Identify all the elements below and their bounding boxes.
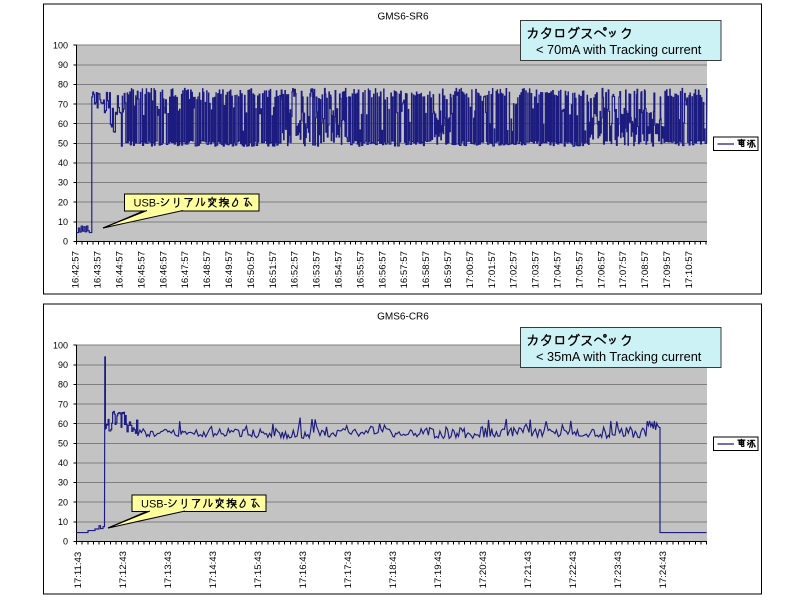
svg-text:17:21:43: 17:21:43 (523, 551, 534, 588)
svg-text:GMS6-CR6: GMS6-CR6 (377, 312, 429, 323)
svg-text:90: 90 (58, 360, 68, 370)
svg-text:40: 40 (58, 458, 68, 468)
svg-text:16:49:57: 16:49:57 (224, 251, 235, 288)
svg-text:17:15:43: 17:15:43 (253, 551, 264, 588)
svg-text:17:08:57: 17:08:57 (640, 251, 651, 288)
svg-text:17:16:43: 17:16:43 (298, 551, 309, 588)
svg-text:80: 80 (58, 380, 68, 390)
svg-text:17:06:57: 17:06:57 (596, 251, 607, 288)
svg-text:70: 70 (58, 99, 68, 109)
svg-text:16:45:57: 16:45:57 (136, 251, 147, 288)
svg-text:16:46:57: 16:46:57 (158, 251, 169, 288)
svg-text:17:01:57: 17:01:57 (487, 251, 498, 288)
svg-text:17:23:43: 17:23:43 (613, 551, 624, 588)
svg-text:17:13:43: 17:13:43 (163, 551, 174, 588)
svg-text:100: 100 (53, 40, 68, 50)
svg-text:< 35mA with Tracking current: < 35mA with Tracking current (536, 349, 702, 364)
svg-text:16:47:57: 16:47:57 (180, 251, 191, 288)
svg-text:16:43:57: 16:43:57 (93, 251, 104, 288)
svg-text:16:54:57: 16:54:57 (334, 251, 345, 288)
svg-text:17:09:57: 17:09:57 (662, 251, 673, 288)
svg-text:20: 20 (58, 197, 68, 207)
svg-text:17:22:43: 17:22:43 (568, 551, 579, 588)
svg-text:17:14:43: 17:14:43 (208, 551, 219, 588)
svg-text:16:58:57: 16:58:57 (421, 251, 432, 288)
svg-text:17:17:43: 17:17:43 (343, 551, 354, 588)
svg-text:17:00:57: 17:00:57 (465, 251, 476, 288)
svg-text:20: 20 (58, 497, 68, 507)
svg-text:30: 30 (58, 478, 68, 488)
svg-text:16:53:57: 16:53:57 (312, 251, 323, 288)
svg-text:17:20:43: 17:20:43 (478, 551, 489, 588)
svg-text:16:52:57: 16:52:57 (290, 251, 301, 288)
svg-text:17:19:43: 17:19:43 (433, 551, 444, 588)
svg-text:60: 60 (58, 119, 68, 129)
svg-text:10: 10 (58, 217, 68, 227)
svg-text:100: 100 (53, 340, 68, 350)
svg-text:17:02:57: 17:02:57 (509, 251, 520, 288)
svg-text:0: 0 (63, 537, 68, 547)
svg-text:17:12:43: 17:12:43 (118, 551, 129, 588)
svg-text:40: 40 (58, 158, 68, 168)
svg-text:GMS6-SR6: GMS6-SR6 (377, 12, 429, 23)
svg-text:16:42:57: 16:42:57 (71, 251, 82, 288)
svg-text:60: 60 (58, 419, 68, 429)
svg-text:70: 70 (58, 399, 68, 409)
svg-text:16:55:57: 16:55:57 (355, 251, 366, 288)
svg-text:17:07:57: 17:07:57 (618, 251, 629, 288)
svg-text:< 70mA with Tracking current: < 70mA with Tracking current (536, 42, 702, 57)
svg-text:50: 50 (58, 439, 68, 449)
svg-text:17:03:57: 17:03:57 (531, 251, 542, 288)
svg-text:16:51:57: 16:51:57 (268, 251, 279, 288)
svg-text:USB-: USB- (141, 499, 168, 511)
svg-text:16:50:57: 16:50:57 (246, 251, 257, 288)
svg-text:50: 50 (58, 139, 68, 149)
svg-text:16:56:57: 16:56:57 (377, 251, 388, 288)
svg-text:17:10:57: 17:10:57 (684, 251, 695, 288)
svg-text:30: 30 (58, 178, 68, 188)
svg-text:17:18:43: 17:18:43 (388, 551, 399, 588)
svg-text:USB-: USB- (134, 198, 161, 210)
svg-text:80: 80 (58, 80, 68, 90)
svg-text:17:04:57: 17:04:57 (553, 251, 564, 288)
svg-text:17:11:43: 17:11:43 (73, 552, 84, 589)
svg-text:16:44:57: 16:44:57 (115, 251, 126, 288)
svg-text:16:59:57: 16:59:57 (443, 251, 454, 288)
svg-text:0: 0 (63, 237, 68, 247)
svg-text:17:05:57: 17:05:57 (574, 251, 585, 288)
svg-text:16:57:57: 16:57:57 (399, 251, 410, 288)
svg-text:10: 10 (58, 517, 68, 527)
svg-text:16:48:57: 16:48:57 (202, 251, 213, 288)
svg-text:17:24:43: 17:24:43 (658, 551, 669, 588)
svg-text:90: 90 (58, 60, 68, 70)
